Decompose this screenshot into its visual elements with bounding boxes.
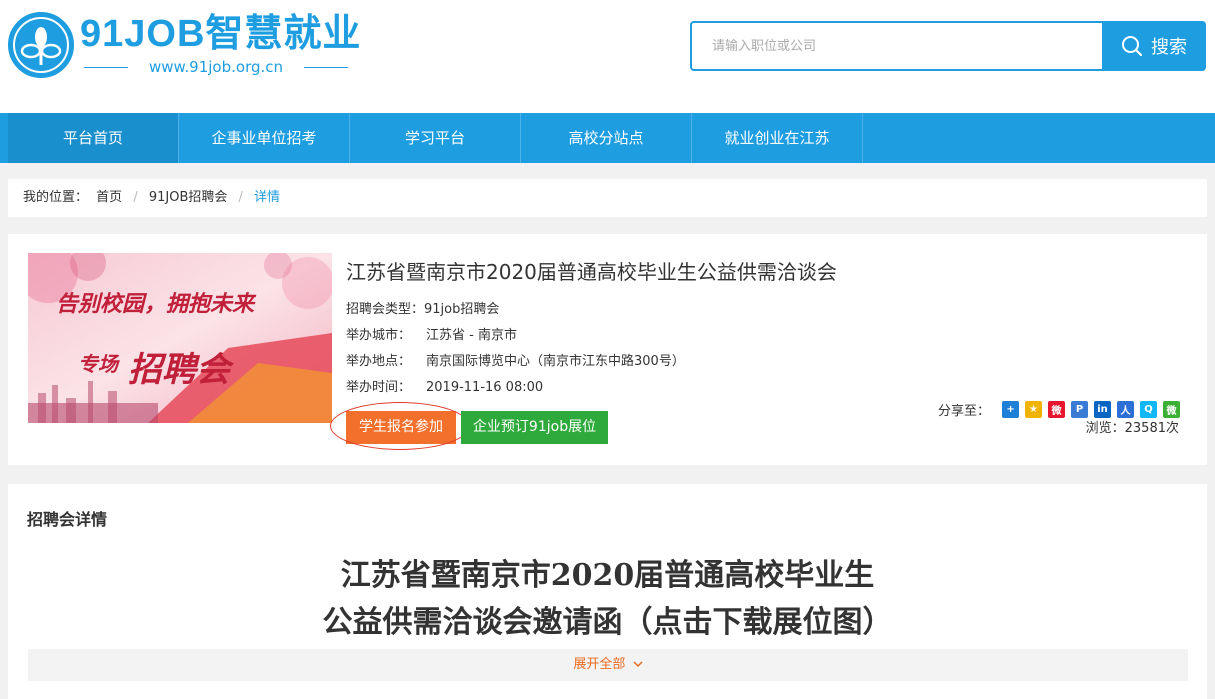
fair-time-value: 2019-11-16 08:00 — [426, 380, 544, 395]
invitation-title-line1: 江苏省暨南京市2020届普通高校毕业生 — [340, 558, 875, 593]
share-wechat-icon[interactable]: 微 — [1163, 401, 1181, 418]
nav-item-jiangsu-employment[interactable]: 就业创业在江苏 — [692, 113, 863, 163]
site-logo[interactable]: 91JOB智慧就业 www.91job.org.cn — [8, 10, 360, 80]
invitation-title-line2[interactable]: 公益供需洽谈会邀请函（点击下载展位图） — [8, 597, 1207, 641]
breadcrumb-prefix: 我的位置： — [23, 190, 89, 205]
fair-venue-label: 举办地点： — [346, 354, 412, 369]
fair-type-value: 91job招聘会 — [424, 302, 500, 317]
search-icon — [1122, 36, 1143, 57]
search-input[interactable] — [692, 23, 1102, 69]
detail-heading: 招聘会详情 — [27, 510, 108, 529]
share-renren-icon[interactable]: 人 — [1117, 401, 1135, 418]
search-box: 搜索 — [690, 21, 1206, 71]
breadcrumb-separator: / — [238, 190, 243, 205]
logo-url: www.91job.org.cn — [82, 58, 350, 76]
fair-detail-section: 招聘会详情 江苏省暨南京市2020届普通高校毕业生 公益供需洽谈会邀请函（点击下… — [8, 484, 1207, 699]
breadcrumb-home[interactable]: 首页 — [96, 190, 122, 205]
share-more-icon[interactable]: + — [1002, 401, 1020, 418]
share-weibo-icon[interactable]: 微 — [1048, 401, 1066, 418]
fair-time-row: 举办时间： 2019-11-16 08:00 — [346, 376, 543, 395]
breadcrumb: 我的位置： 首页 / 91JOB招聘会 / 详情 — [8, 179, 1207, 217]
site-header: 91JOB智慧就业 www.91job.org.cn 搜索 — [0, 0, 1215, 113]
fair-type-label: 招聘会类型： — [346, 302, 425, 317]
breadcrumb-separator: / — [133, 190, 138, 205]
share-label: 分享至： — [938, 404, 991, 419]
nav-item-college-sites[interactable]: 高校分站点 — [521, 113, 692, 163]
nav-item-learning[interactable]: 学习平台 — [350, 113, 521, 163]
share-tencent-weibo-icon[interactable]: P — [1071, 401, 1089, 418]
nav-item-home[interactable]: 平台首页 — [8, 113, 179, 163]
fair-city-row: 举办城市： 江苏省 - 南京市 — [346, 324, 517, 343]
fair-venue-row: 举办地点： 南京国际博览中心（南京市江东中路300号） — [346, 350, 685, 369]
company-booth-button[interactable]: 企业预订91job展位 — [461, 411, 608, 444]
banner-special-label: 专场 — [78, 352, 120, 376]
fair-info-card: 告别校园，拥抱未来 专场 招聘会 江苏省暨南京市2020届普通高校毕业生公益供需… — [8, 234, 1207, 465]
view-count: 浏览：23581次 — [1085, 421, 1179, 436]
chevron-down-icon — [633, 661, 643, 668]
expand-all-label: 展开全部 — [573, 657, 626, 672]
fair-banner-image: 告别校园，拥抱未来 专场 招聘会 — [28, 253, 332, 423]
breadcrumb-fairs[interactable]: 91JOB招聘会 — [149, 190, 228, 205]
logo-text: 91JOB智慧就业 — [80, 13, 362, 55]
breadcrumb-current: 详情 — [254, 190, 281, 205]
share-qq-icon[interactable]: Q — [1140, 401, 1158, 418]
expand-all-button[interactable]: 展开全部 — [28, 649, 1188, 681]
fair-time-label: 举办时间： — [346, 380, 412, 395]
logo-emblem-icon — [8, 12, 74, 78]
fair-type-row: 招聘会类型：91job招聘会 — [346, 298, 499, 317]
fair-title: 江苏省暨南京市2020届普通高校毕业生公益供需洽谈会 — [346, 260, 837, 284]
nav-item-enterprise-exams[interactable]: 企事业单位招考 — [179, 113, 350, 163]
student-register-button[interactable]: 学生报名参加 — [346, 411, 456, 444]
main-nav: 平台首页 企事业单位招考 学习平台 高校分站点 就业创业在江苏 — [0, 113, 1215, 163]
banner-fair-label: 招聘会 — [128, 350, 235, 390]
search-button-label: 搜索 — [1151, 37, 1187, 58]
search-button[interactable]: 搜索 — [1102, 21, 1206, 71]
banner-slogan: 告别校园，拥抱未来 — [56, 291, 257, 317]
fair-city-value: 江苏省 - 南京市 — [426, 328, 517, 343]
share-linkedin-icon[interactable]: in — [1094, 401, 1112, 418]
fair-city-label: 举办城市： — [346, 328, 412, 343]
fair-venue-value: 南京国际博览中心（南京市江东中路300号） — [426, 354, 685, 369]
share-qzone-icon[interactable]: ★ — [1025, 401, 1043, 418]
